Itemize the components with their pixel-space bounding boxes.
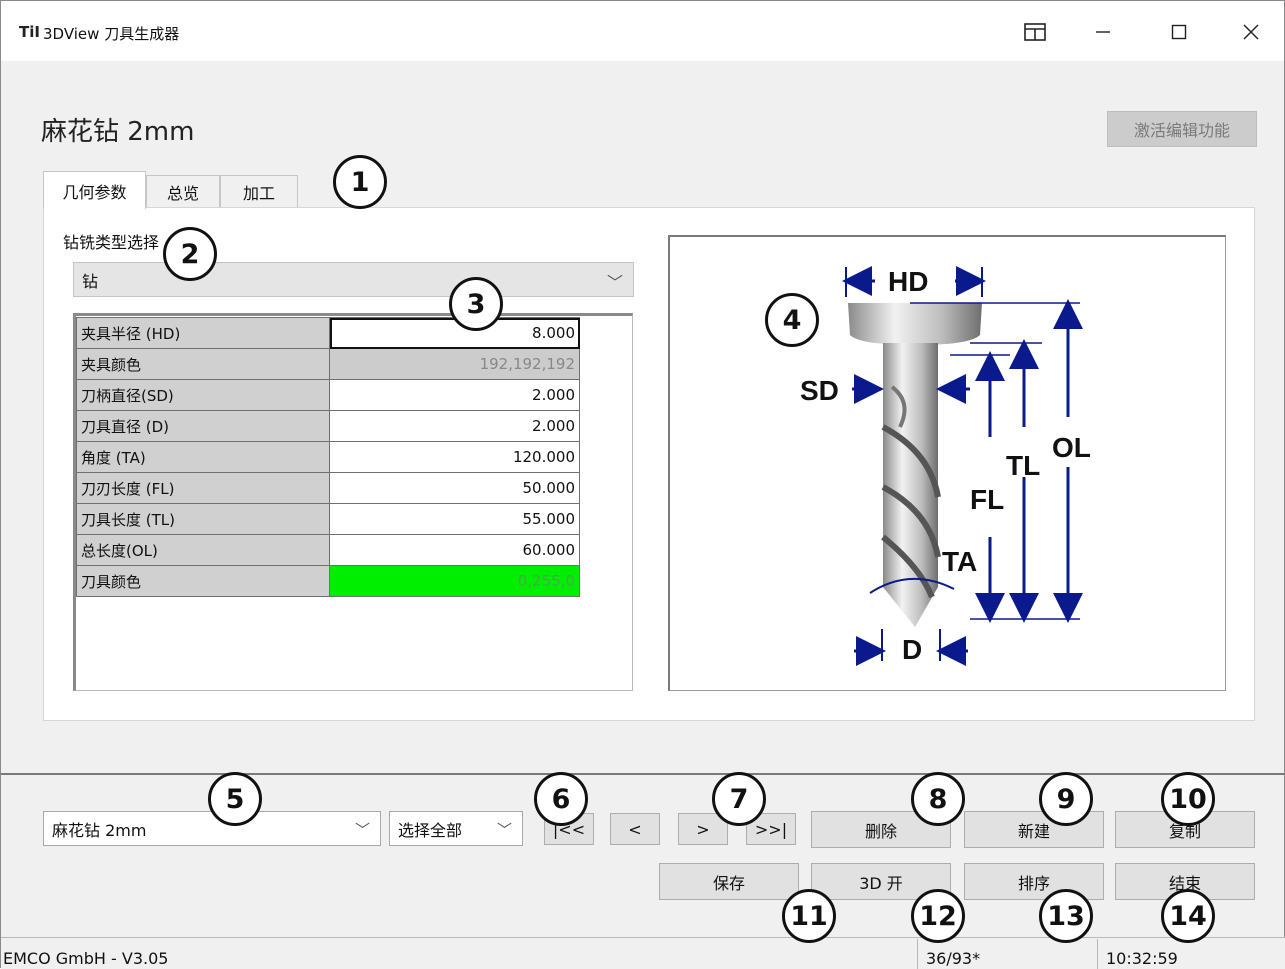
param-value[interactable]: 0,255,0 — [329, 565, 580, 597]
callout-3: 3 — [449, 277, 503, 331]
status-bar — [1, 937, 1285, 969]
status-divider — [917, 939, 918, 969]
table-row: 夹具颜色 192,192,192 — [76, 348, 580, 380]
param-value[interactable]: 2.000 — [329, 379, 580, 411]
param-key: 刀刃长度 (FL) — [76, 472, 330, 504]
param-key: 刀具直径 (D) — [76, 410, 330, 442]
callout-14: 14 — [1161, 889, 1215, 943]
param-key: 夹具半径 (HD) — [76, 317, 330, 349]
tab-machining[interactable]: 加工 — [220, 175, 298, 208]
layout-icon[interactable] — [1015, 15, 1055, 49]
callout-10: 10 — [1161, 772, 1215, 826]
callout-13: 13 — [1039, 889, 1093, 943]
table-row: 刀具长度 (TL) 55.000 — [76, 503, 580, 535]
close-icon[interactable] — [1231, 15, 1271, 49]
fl-label: FL — [970, 484, 1004, 515]
param-value[interactable]: 8.000 — [329, 317, 580, 349]
param-value[interactable]: 120.000 — [329, 441, 580, 473]
window-title: 3DView 刀具生成器 — [43, 25, 180, 43]
callout-6: 6 — [534, 772, 588, 826]
hd-label: HD — [888, 266, 928, 297]
param-key: 刀具长度 (TL) — [76, 503, 330, 535]
title-bar: TiI 3DView 刀具生成器 — [1, 1, 1284, 61]
param-value[interactable]: 50.000 — [329, 472, 580, 504]
tl-label: TL — [1006, 450, 1040, 481]
callout-1: 1 — [333, 155, 387, 209]
param-value[interactable]: 2.000 — [329, 410, 580, 442]
chevron-down-icon: ﹀ — [354, 821, 370, 839]
callout-12: 12 — [911, 889, 965, 943]
status-divider — [1097, 939, 1098, 969]
chevron-down-icon: ﹀ — [496, 821, 512, 839]
param-key: 总长度(OL) — [76, 534, 330, 566]
select-all-combo[interactable]: 选择全部 ﹀ — [389, 811, 523, 846]
table-row: 夹具半径 (HD) 8.000 — [76, 317, 580, 349]
drill-diagram: HD SD OL TL FL TA D — [668, 235, 1226, 691]
holder-shape — [848, 303, 982, 345]
callout-8: 8 — [911, 772, 965, 826]
param-value[interactable]: 55.000 — [329, 503, 580, 535]
maximize-icon[interactable] — [1159, 15, 1199, 49]
param-value[interactable]: 192,192,192 — [329, 348, 580, 380]
param-key: 刀具颜色 — [76, 565, 330, 597]
tool-combo[interactable]: 麻花钻 2mm ﹀ — [43, 811, 381, 846]
table-row: 刀柄直径(SD) 2.000 — [76, 379, 580, 411]
chevron-down-icon: ﹀ — [606, 273, 623, 292]
prev-record-button[interactable]: < — [610, 813, 660, 845]
status-record-count: 36/93* — [926, 949, 981, 968]
ol-label: OL — [1052, 432, 1091, 463]
sd-label: SD — [800, 375, 839, 406]
params-table: 夹具半径 (HD) 8.000 夹具颜色 192,192,192 刀柄直径(SD) 2… — [76, 317, 580, 597]
tool-type-select[interactable]: 钻 ﹀ — [73, 262, 634, 297]
tool-title: 麻花钻 2mm — [41, 117, 195, 147]
callout-9: 9 — [1039, 772, 1093, 826]
app-window: TiI 3DView 刀具生成器 麻花钻 2mm 激活编辑功能 几何参数 总览 … — [0, 0, 1285, 969]
tab-overview[interactable]: 总览 — [146, 175, 220, 208]
type-select-label: 钻铣类型选择 — [63, 233, 160, 252]
callout-2: 2 — [163, 227, 217, 281]
status-company: EMCO GmbH - V3.05 — [3, 949, 169, 968]
ta-label: TA — [942, 546, 977, 577]
minimize-icon[interactable] — [1083, 15, 1123, 49]
callout-4: 4 — [765, 293, 819, 347]
status-time: 10:32:59 — [1106, 949, 1178, 968]
param-key: 刀柄直径(SD) — [76, 379, 330, 411]
table-row: 总长度(OL) 60.000 — [76, 534, 580, 566]
param-key: 夹具颜色 — [76, 348, 330, 380]
tool-type-value: 钻 — [82, 271, 99, 291]
table-row: 刀具颜色 0,255,0 — [76, 565, 580, 597]
callout-11: 11 — [782, 889, 836, 943]
table-row: 角度 (TA) 120.000 — [76, 441, 580, 473]
table-row: 刀刃长度 (FL) 50.000 — [76, 472, 580, 504]
callout-5: 5 — [208, 772, 262, 826]
app-logo-icon: TiI — [19, 23, 40, 41]
save-button[interactable]: 保存 — [659, 863, 799, 900]
activate-edit-button[interactable]: 激活编辑功能 — [1107, 111, 1257, 147]
separator — [1, 773, 1285, 775]
shank-shape — [883, 343, 938, 423]
callout-7: 7 — [712, 772, 766, 826]
tool-combo-value: 麻花钻 2mm — [52, 820, 147, 840]
d-label: D — [902, 634, 922, 665]
select-combo-value: 选择全部 — [398, 820, 463, 840]
tab-geometry[interactable]: 几何参数 — [43, 171, 146, 209]
param-key: 角度 (TA) — [76, 441, 330, 473]
table-row: 刀具直径 (D) 2.000 — [76, 410, 580, 442]
param-value[interactable]: 60.000 — [329, 534, 580, 566]
